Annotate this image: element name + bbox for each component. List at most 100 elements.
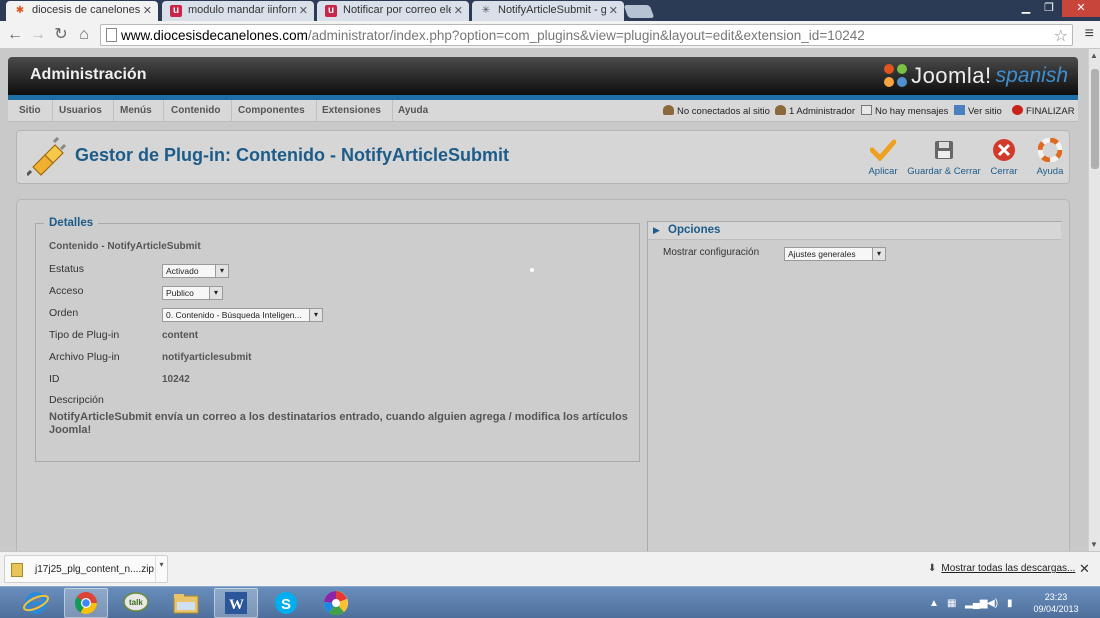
browser-tab-4[interactable]: ✳ NotifyArticleSubmit - get ✕ xyxy=(472,1,624,21)
message-icon xyxy=(861,105,872,115)
svg-text:S: S xyxy=(281,596,291,613)
status-not-connected: No conectados al sitio xyxy=(663,105,770,117)
clock-time: 23:23 xyxy=(1044,592,1068,602)
window-close-icon[interactable]: ✕ xyxy=(1062,0,1100,17)
apply-button[interactable]: Aplicar xyxy=(863,137,903,177)
order-select[interactable]: 0. Contenido - Búsqueda Inteligen... ▾ xyxy=(162,308,323,322)
word-icon[interactable]: W xyxy=(214,588,258,618)
tab-close-icon[interactable]: ✕ xyxy=(143,4,152,17)
tab-title: NotifyArticleSubmit - get xyxy=(498,4,606,16)
save-disk-icon xyxy=(935,141,953,159)
admin-menu-bar: Sitio Usuarios Menús Contenido Component… xyxy=(8,100,1078,122)
browser-tab-strip: ✱ diocesis de canelones - Ad ✕ u modulo … xyxy=(0,0,1100,21)
dropdown-arrow-icon: ▾ xyxy=(215,265,228,277)
forward-icon[interactable]: → xyxy=(28,25,48,45)
tray-expand-icon[interactable]: ▲ xyxy=(929,598,939,609)
tab-close-icon[interactable]: ✕ xyxy=(609,4,618,17)
joomla-lang: spanish xyxy=(995,64,1068,87)
description-label: Descripción xyxy=(49,394,104,406)
logout-icon xyxy=(1012,105,1023,115)
restore-icon[interactable]: ❐ xyxy=(1038,0,1060,17)
menu-extensiones[interactable]: Extensiones xyxy=(311,100,393,122)
users-icon xyxy=(663,105,674,115)
url-path: /administrator/index.php?option=com_plug… xyxy=(307,28,865,43)
options-panel: ▶ Opciones Mostrar configuración Ajustes… xyxy=(647,221,1062,551)
chrome-taskbar-icon[interactable] xyxy=(64,588,108,618)
home-icon[interactable]: ⌂ xyxy=(74,25,94,45)
status-messages: No hay mensajes xyxy=(861,105,948,117)
download-bar-close-icon[interactable]: ✕ xyxy=(1079,561,1090,577)
windows-taskbar: talk W S ▲ ▦ ▂▄▆ ◀) ▮ 23:23 09/04/2013 xyxy=(0,586,1100,618)
show-config-value: Ajustes generales xyxy=(788,249,856,259)
url-text[interactable]: www.diocesisdecanelones.com/administrato… xyxy=(121,28,865,43)
details-subtitle: Contenido - NotifyArticleSubmit xyxy=(49,241,201,252)
url-host: www.diocesisdecanelones.com xyxy=(121,28,308,43)
id-value: 10242 xyxy=(162,374,190,385)
toolbar-box: Gestor de Plug-in: Contenido - NotifyArt… xyxy=(16,130,1070,184)
internet-explorer-icon[interactable] xyxy=(14,588,58,618)
browser-tab-2[interactable]: u modulo mandar iinforma ✕ xyxy=(162,1,314,21)
download-item[interactable]: j17j25_plg_content_n....zip ▾ xyxy=(4,555,168,583)
volume-icon[interactable]: ◀) xyxy=(987,598,998,609)
menu-sitio[interactable]: Sitio xyxy=(8,100,53,122)
close-button[interactable]: Cerrar xyxy=(987,137,1021,177)
menu-ayuda[interactable]: Ayuda xyxy=(387,100,439,122)
new-tab-button[interactable] xyxy=(623,5,655,18)
svg-text:talk: talk xyxy=(129,598,143,607)
battery-icon[interactable]: ▮ xyxy=(1007,598,1013,609)
save-close-button[interactable]: Guardar & Cerrar xyxy=(907,137,981,177)
access-label: Acceso xyxy=(49,285,84,297)
file-explorer-icon[interactable] xyxy=(164,588,208,618)
help-button[interactable]: Ayuda xyxy=(1033,137,1067,177)
page-scrollbar[interactable]: ▲ ▼ xyxy=(1088,49,1100,551)
dropdown-arrow-icon: ▾ xyxy=(209,287,222,299)
signal-icon[interactable]: ▂▄▆ xyxy=(965,598,987,609)
menu-componentes[interactable]: Componentes xyxy=(227,100,317,122)
logout-link[interactable]: FINALIZAR xyxy=(1012,105,1075,117)
tab-title: modulo mandar iinforma xyxy=(188,4,296,16)
menu-menus[interactable]: Menús xyxy=(109,100,164,122)
spark-favicon-icon: ✳ xyxy=(481,5,491,16)
google-talk-icon[interactable]: talk xyxy=(114,588,158,618)
address-bar[interactable]: www.diocesisdecanelones.com/administrato… xyxy=(100,24,1073,46)
scroll-up-icon[interactable]: ▲ xyxy=(1090,51,1098,60)
tab-close-icon[interactable]: ✕ xyxy=(299,4,308,17)
details-fieldset: Detalles Contenido - NotifyArticleSubmit… xyxy=(35,217,640,462)
browser-tab-1[interactable]: ✱ diocesis de canelones - Ad ✕ xyxy=(6,1,158,21)
joomla-word: Joomla! xyxy=(911,63,992,88)
download-menu-icon[interactable]: ▾ xyxy=(155,556,167,582)
apply-label: Aplicar xyxy=(868,166,898,177)
skype-icon[interactable]: S xyxy=(264,588,308,618)
reload-icon[interactable]: ↻ xyxy=(51,25,71,45)
tab-close-icon[interactable]: ✕ xyxy=(454,4,463,17)
minimize-icon[interactable]: ▁ xyxy=(1015,0,1037,17)
status-select[interactable]: Activado ▾ xyxy=(162,264,229,278)
network-adapter-icon[interactable]: ▦ xyxy=(947,598,956,609)
browser-tab-3[interactable]: u Notificar por correo electr ✕ xyxy=(317,1,469,21)
access-select[interactable]: Publico ▾ xyxy=(162,286,223,300)
scroll-thumb[interactable] xyxy=(1091,69,1099,169)
menu-contenido[interactable]: Contenido xyxy=(160,100,233,122)
lifebuoy-icon xyxy=(1038,138,1062,162)
tab-title: diocesis de canelones - Ad xyxy=(32,4,140,16)
show-all-downloads-link[interactable]: ⬇ Mostrar todas las descargas... xyxy=(928,563,1075,574)
menu-usuarios[interactable]: Usuarios xyxy=(48,100,114,122)
scroll-down-icon[interactable]: ▼ xyxy=(1090,540,1098,549)
show-config-select[interactable]: Ajustes generales ▾ xyxy=(784,247,886,261)
close-circle-icon xyxy=(993,139,1015,161)
joomla-logo: Joomla! spanish xyxy=(884,62,1068,90)
taskbar-clock[interactable]: 23:23 09/04/2013 xyxy=(1028,591,1084,615)
chrome-menu-icon[interactable]: ≡ xyxy=(1085,25,1094,43)
status-label: Estatus xyxy=(49,263,85,275)
bookmark-star-icon[interactable]: ☆ xyxy=(1054,26,1068,46)
back-icon[interactable]: ← xyxy=(5,25,25,45)
expand-arrow-icon: ▶ xyxy=(653,225,660,235)
view-site-link[interactable]: Ver sitio xyxy=(954,105,1002,117)
picasa-icon[interactable] xyxy=(314,588,358,618)
show-config-label: Mostrar configuración xyxy=(663,247,760,258)
status-not-connected-label: No conectados al sitio xyxy=(677,106,770,117)
type-value: content xyxy=(162,330,199,341)
options-header[interactable]: ▶ Opciones xyxy=(648,222,1061,240)
browser-toolbar: ← → ↻ ⌂ www.diocesisdecanelones.com/admi… xyxy=(0,21,1100,49)
save-close-label: Guardar & Cerrar xyxy=(907,166,981,177)
